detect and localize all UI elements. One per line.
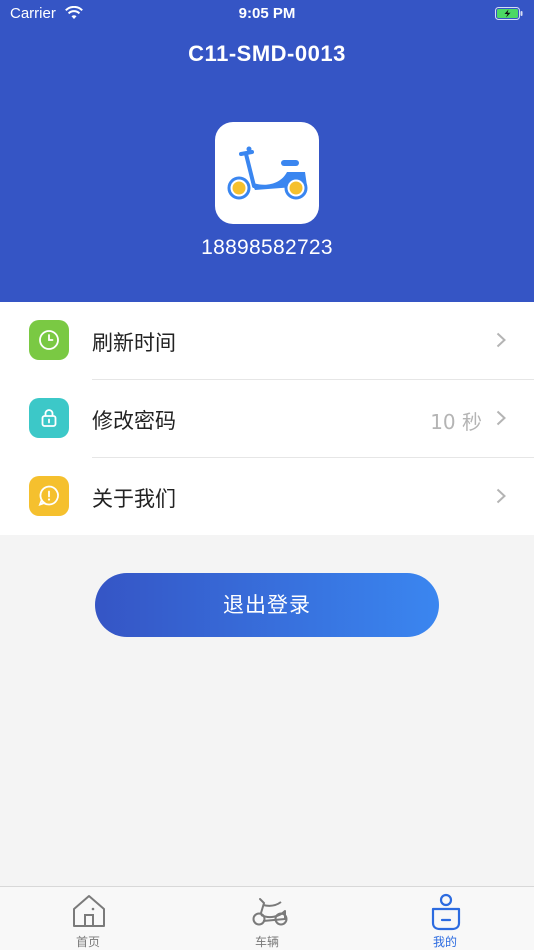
menu-item-label: 修改密码 [92,409,176,433]
status-bar: Carrier 9:05 PM [0,0,534,28]
lock-icon [29,398,69,438]
profile-header: Carrier 9:05 PM C11-SMD-0013 18898582723 [0,0,534,302]
clock-time: 9:05 PM [238,5,296,22]
logout-button[interactable]: 退出登录 [95,573,439,637]
profile-icon [431,893,461,931]
chevron-right-icon [496,410,506,426]
info-icon [29,476,69,516]
tab-bar: 首页 车辆 我的 [0,886,534,950]
chevron-right-icon [496,332,506,348]
home-icon [73,895,105,927]
device-id-title: C11-SMD-0013 [188,41,346,66]
scooter-icon [252,898,288,926]
menu-item-about-us[interactable]: 关于我们 [0,458,534,535]
battery-charging-icon [495,7,523,20]
menu-item-label: 关于我们 [92,487,176,511]
menu-item-label: 刷新时间 [92,331,176,355]
settings-menu: 刷新时间 修改密码 10 秒 关于我们 [0,302,534,535]
user-phone: 18898582723 [201,236,333,259]
tab-label: 首页 [75,935,100,949]
tab-home[interactable]: 首页 [58,887,118,950]
avatar [215,122,319,224]
tab-mine[interactable]: 我的 [415,887,475,950]
chevron-right-icon [496,488,506,504]
clock-icon [29,320,69,360]
tab-label: 我的 [432,935,457,949]
refresh-interval-value: 10 秒 [430,410,482,434]
menu-item-refresh-time[interactable]: 刷新时间 [0,302,534,379]
tab-label: 车辆 [254,935,279,949]
menu-item-change-password[interactable]: 修改密码 10 秒 [0,380,534,457]
tab-vehicle[interactable]: 车辆 [237,887,297,950]
scooter-avatar-icon [227,146,308,200]
